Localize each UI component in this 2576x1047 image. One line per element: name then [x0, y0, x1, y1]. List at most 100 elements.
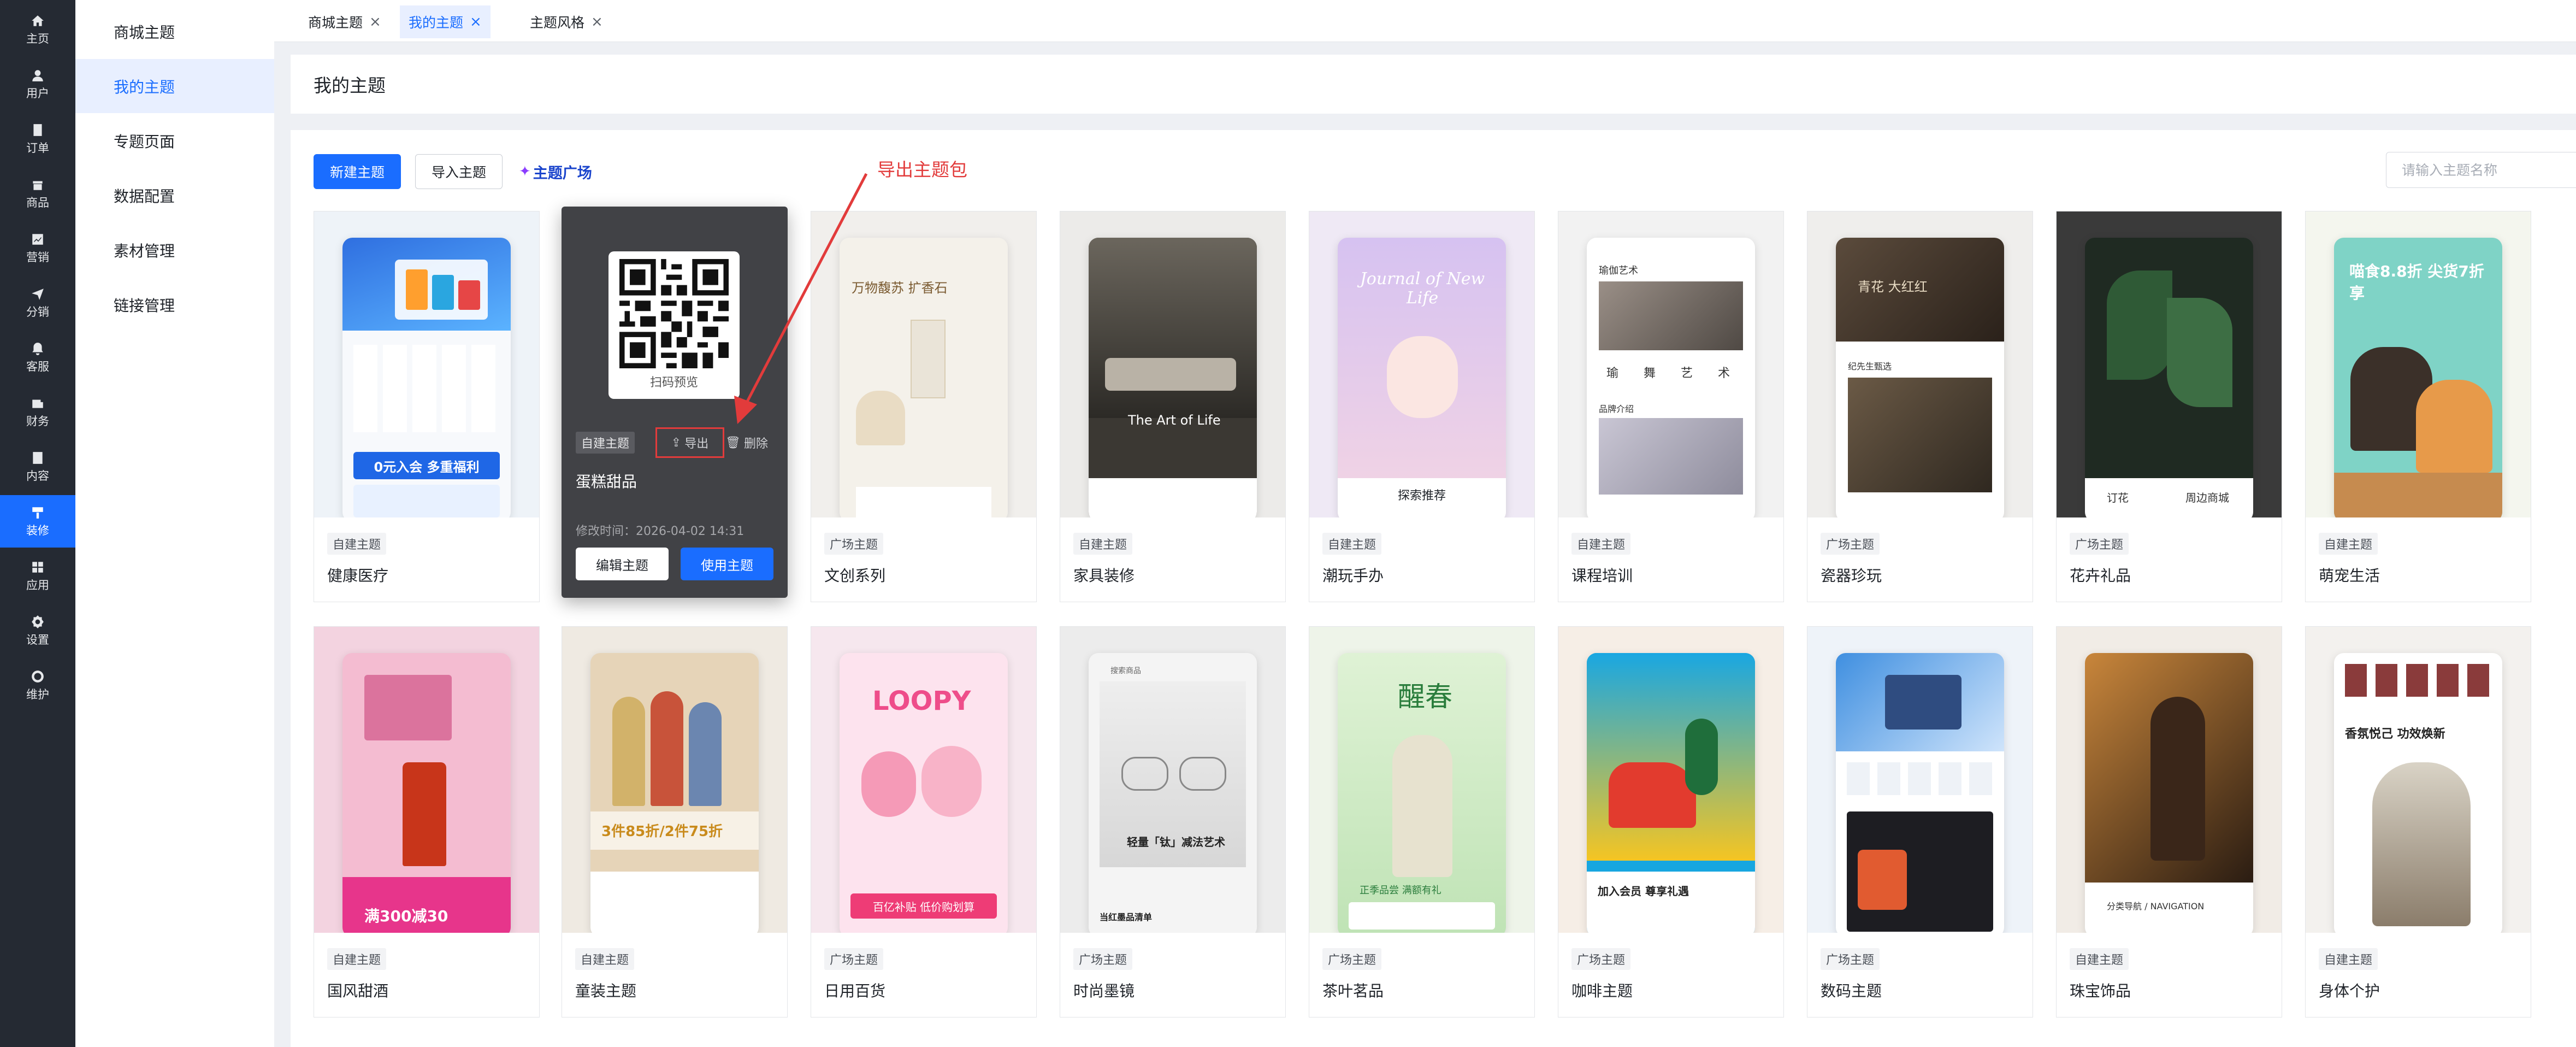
banner-text: 青花 大红红	[1858, 279, 1928, 295]
export-button[interactable]: ⇪ 导出	[655, 427, 724, 458]
goods-icon	[31, 178, 45, 192]
export-label: 导出	[684, 437, 709, 451]
theme-type-badge: 广场主题	[824, 533, 884, 555]
decoration-icon	[31, 505, 45, 520]
banner-text: 加入会员 尊享礼遇	[1598, 885, 1689, 898]
theme-name: 花卉礼品	[2070, 567, 2131, 585]
submenu-item-assets[interactable]: 素材管理	[75, 223, 274, 277]
rail-item-finance[interactable]: 财务	[0, 386, 75, 438]
banner-text: 轻量「钛」减法艺术	[1127, 836, 1225, 849]
settings-gear-icon	[31, 615, 45, 629]
rail-item-label: 财务	[26, 415, 49, 428]
rail-item-label: 订单	[26, 142, 49, 155]
banner-text: 醒春	[1398, 681, 1452, 713]
theme-name: 咖啡主题	[1571, 982, 1633, 1000]
theme-preview-image: The Art of Life	[1060, 211, 1285, 517]
import-theme-button[interactable]: 导入主题	[415, 154, 503, 189]
page-title: 我的主题	[314, 75, 386, 96]
theme-name: 家具装修	[1073, 567, 1135, 585]
theme-preview-image	[1807, 627, 2033, 933]
submenu-item-data-config[interactable]: 数据配置	[75, 168, 274, 222]
theme-card[interactable]: 满300减30 自建主题 国风甜酒	[314, 626, 540, 1017]
theme-preview-image: 喵食8.8折 尖货7折享	[2306, 211, 2531, 517]
theme-card[interactable]: 青花 大红红 纪先生甄选 广场主题 瓷器珍玩	[1807, 211, 2033, 602]
banner-text: 0元入会 多重福利	[374, 459, 480, 475]
tab-theme-style[interactable]: 主题风格 ×	[521, 5, 612, 38]
theme-plaza-link[interactable]: ✦ 主题广场	[519, 161, 592, 183]
theme-search-input[interactable]	[2386, 152, 2576, 188]
rail-item-label: 应用	[26, 579, 49, 592]
theme-card[interactable]: LOOPY 百亿补贴 低价购划算 广场主题 日用百货	[811, 626, 1037, 1017]
submenu-item-links[interactable]: 链接管理	[75, 278, 274, 332]
rail-item-label: 装修	[26, 524, 49, 537]
theme-card[interactable]: 分类导航 / NAVIGATION 自建主题 珠宝饰品	[2056, 626, 2282, 1017]
delete-button[interactable]: 🗑 删除	[725, 432, 768, 454]
rail-item-home[interactable]: 主页	[0, 3, 75, 56]
main-nav-rail: 主页 用户 订单 商品 营销 分销 客服 财务 内容 装修 应用 设置 维护	[0, 0, 75, 1047]
rail-item-order[interactable]: 订单	[0, 113, 75, 165]
theme-plaza-label: 主题广场	[533, 164, 592, 182]
banner-text: Journal of New Life	[1360, 269, 1485, 308]
theme-type-badge: 广场主题	[1073, 948, 1133, 970]
tab-label: 商城主题	[308, 15, 363, 31]
theme-card[interactable]: 0元入会 多重福利 自建主题 健康医疗	[314, 211, 540, 602]
close-icon[interactable]: ×	[470, 14, 482, 30]
rail-item-apps[interactable]: 应用	[0, 550, 75, 602]
theme-type-badge: 广场主题	[1821, 948, 1880, 970]
rail-item-distribution[interactable]: 分销	[0, 277, 75, 329]
submenu-item-mall-themes[interactable]: 商城主题	[75, 4, 274, 58]
edit-theme-button[interactable]: 编辑主题	[576, 548, 669, 580]
theme-card[interactable]: 订花 周边商城 广场主题 花卉礼品	[2056, 211, 2282, 602]
theme-card[interactable]: The Art of Life 自建主题 家具装修	[1060, 211, 1286, 602]
rail-item-label: 维护	[26, 688, 49, 701]
theme-name: 健康医疗	[327, 567, 389, 585]
theme-name: 日用百货	[824, 982, 886, 1000]
rail-item-decoration[interactable]: 装修	[0, 495, 75, 548]
rail-item-marketing[interactable]: 营销	[0, 222, 75, 274]
theme-type-badge: 自建主题	[575, 948, 635, 970]
rail-item-settings[interactable]: 设置	[0, 604, 75, 657]
theme-preview-image: 满300减30	[314, 627, 539, 933]
close-icon[interactable]: ×	[369, 14, 381, 30]
submenu-item-topic-pages[interactable]: 专题页面	[75, 114, 274, 168]
theme-card[interactable]: 香氛悦己 功效焕新 自建主题 身体个护	[2305, 626, 2531, 1017]
rail-item-user[interactable]: 用户	[0, 58, 75, 110]
sparkle-icon: ✦	[519, 163, 531, 180]
theme-card[interactable]: Journal of New Life 探索推荐 自建主题 潮玩手办	[1309, 211, 1535, 602]
service-bell-icon	[31, 342, 45, 356]
qr-code-icon	[619, 259, 729, 368]
banner-text: 满300减30	[364, 907, 448, 925]
banner-text: The Art of Life	[1128, 413, 1221, 428]
rail-item-content[interactable]: 内容	[0, 440, 75, 493]
theme-card[interactable]: 醒春 正季品尝 满额有礼 广场主题 茶叶茗品	[1309, 626, 1535, 1017]
theme-type-badge: 自建主题	[1322, 533, 1382, 555]
qr-preview: 扫码预览	[608, 251, 740, 399]
theme-card[interactable]: 3件85折/2件75折 自建主题 童装主题	[562, 626, 788, 1017]
submenu-item-my-themes[interactable]: 我的主题	[75, 59, 274, 113]
rail-item-goods[interactable]: 商品	[0, 167, 75, 220]
theme-type-badge: 广场主题	[1571, 948, 1631, 970]
close-icon[interactable]: ×	[591, 14, 603, 30]
decoration-submenu: 商城主题 我的主题 专题页面 数据配置 素材管理 链接管理	[75, 0, 274, 1047]
order-icon	[31, 123, 45, 137]
tab-mall-themes[interactable]: 商城主题 ×	[299, 5, 390, 38]
theme-type-badge: 自建主题	[327, 533, 387, 555]
promo-text: 正季品尝 满额有礼	[1360, 885, 1441, 896]
tab-label: 我的主题	[409, 15, 464, 31]
theme-card[interactable]: 喵食8.8折 尖货7折享 自建主题 萌宠生活	[2305, 211, 2531, 602]
tab-my-themes[interactable]: 我的主题 ×	[400, 5, 491, 38]
rail-item-service[interactable]: 客服	[0, 331, 75, 384]
new-theme-button[interactable]: 新建主题	[314, 154, 401, 189]
theme-card[interactable]: 搜索商品 轻量「钛」减法艺术 当红墨品清单 广场主题 时尚墨镜	[1060, 626, 1286, 1017]
section-title: 纪先生甄选	[1848, 361, 1892, 372]
rail-item-label: 内容	[26, 469, 49, 483]
theme-card[interactable]: 加入会员 尊享礼遇 广场主题 咖啡主题	[1558, 626, 1784, 1017]
use-theme-button[interactable]: 使用主题	[681, 548, 773, 580]
rail-item-label: 商品	[26, 196, 49, 209]
finance-icon	[31, 396, 45, 410]
content-icon	[31, 451, 45, 465]
rail-item-maintenance[interactable]: 维护	[0, 659, 75, 711]
delete-label: 删除	[743, 437, 768, 451]
theme-card[interactable]: 瑜伽艺术 瑜 舞 艺 术 品牌介绍 自建主题 课程培训	[1558, 211, 1784, 602]
theme-card[interactable]: 广场主题 数码主题	[1807, 626, 2033, 1017]
